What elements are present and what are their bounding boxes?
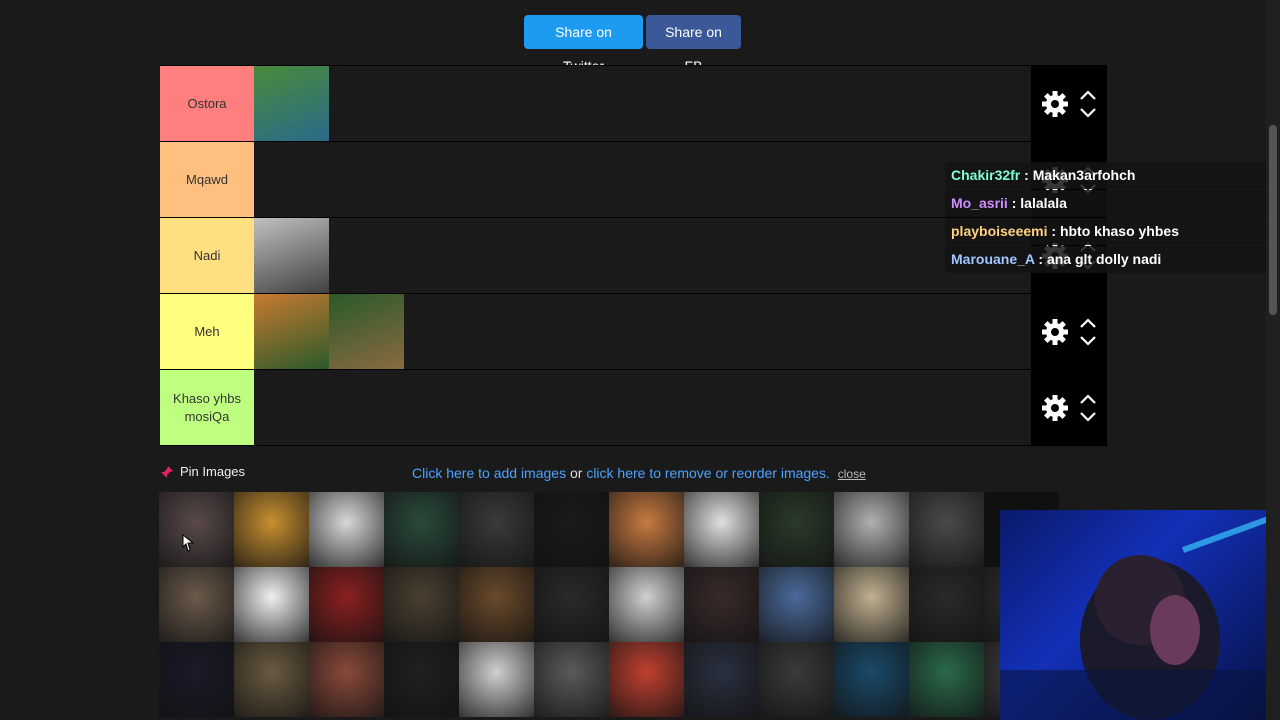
pool-image[interactable] (759, 492, 834, 567)
chevron-up-icon[interactable] (1079, 317, 1097, 329)
pool-image[interactable] (234, 642, 309, 717)
scrollbar-thumb[interactable] (1269, 125, 1277, 315)
chat-text: hbto khaso yhbes (1059, 223, 1179, 239)
tier-label[interactable]: Nadi (160, 218, 254, 293)
tier-row: Meh (160, 294, 1107, 370)
pool-image[interactable] (534, 567, 609, 642)
pool-image[interactable] (834, 567, 909, 642)
page-scrollbar[interactable] (1266, 0, 1280, 720)
chat-separator: : (1047, 223, 1060, 239)
pin-images-label: Pin Images (180, 464, 246, 479)
pin-icon (161, 465, 173, 478)
pin-images-toggle[interactable]: Pin Images (160, 464, 245, 479)
chat-message: playboiseeemi : hbto khaso yhbes (945, 218, 1280, 245)
chat-username: Marouane_A (951, 251, 1035, 267)
tier-label[interactable]: Khaso yhbs mosiQa (160, 370, 254, 445)
tier-item-image[interactable] (254, 218, 329, 293)
pool-image[interactable] (384, 642, 459, 717)
chat-message: Chakir32fr : Makan3arfohch (945, 162, 1280, 189)
pool-image[interactable] (309, 567, 384, 642)
add-images-line: Click here to add images or click here t… (412, 465, 866, 481)
chat-message: Mo_asrii : lalalala (945, 190, 1280, 217)
or-text: or (569, 465, 583, 481)
image-pool (159, 492, 1059, 717)
chat-text: Makan3arfohch (1032, 167, 1136, 183)
tier-row: Ostora (160, 65, 1107, 142)
chevron-up-icon[interactable] (1079, 393, 1097, 405)
tier-items (254, 142, 1031, 217)
chat-username: playboiseeemi (951, 223, 1048, 239)
pool-image[interactable] (684, 642, 759, 717)
close-link[interactable]: close (838, 467, 866, 481)
pool-image[interactable] (309, 492, 384, 567)
pool-image[interactable] (834, 492, 909, 567)
pool-image[interactable] (759, 642, 834, 717)
pool-image[interactable] (909, 642, 984, 717)
pool-image[interactable] (309, 642, 384, 717)
chat-username: Chakir32fr (951, 167, 1021, 183)
tier-item-image[interactable] (254, 294, 329, 369)
tier-label[interactable]: Ostora (160, 66, 254, 141)
chat-message: Marouane_A : ana glt dolly nadi (945, 246, 1280, 273)
pool-image[interactable] (684, 567, 759, 642)
tier-items (254, 294, 1031, 369)
pool-image[interactable] (159, 492, 234, 567)
chat-separator: : (1020, 167, 1033, 183)
gear-icon[interactable] (1041, 394, 1069, 422)
tier-controls (1031, 294, 1107, 369)
gear-icon[interactable] (1041, 90, 1069, 118)
pool-image[interactable] (684, 492, 759, 567)
pool-image[interactable] (609, 492, 684, 567)
pool-image[interactable] (234, 492, 309, 567)
chat-separator: : (1007, 195, 1021, 211)
share-twitter-button[interactable]: Share on Twitter (524, 15, 643, 74)
pool-image[interactable] (834, 642, 909, 717)
remove-reorder-link[interactable]: click here to remove or reorder images. (586, 465, 830, 481)
pool-image[interactable] (384, 567, 459, 642)
tier-label[interactable]: Meh (160, 294, 254, 369)
tier-items (254, 218, 1031, 293)
pool-image[interactable] (909, 492, 984, 567)
tier-items (254, 370, 1031, 445)
chevron-down-icon[interactable] (1079, 107, 1097, 119)
chevron-up-icon[interactable] (1079, 89, 1097, 101)
tier-controls (1031, 370, 1107, 445)
tier-controls (1031, 66, 1107, 141)
mouse-cursor-icon (182, 533, 195, 552)
chat-text: ana glt dolly nadi (1046, 251, 1162, 267)
gear-icon[interactable] (1041, 318, 1069, 346)
add-images-link[interactable]: Click here to add images (412, 465, 566, 481)
tier-label[interactable]: Mqawd (160, 142, 254, 217)
pool-image[interactable] (609, 642, 684, 717)
tier-item-image[interactable] (329, 294, 404, 369)
pool-image[interactable] (384, 492, 459, 567)
chevron-down-icon[interactable] (1079, 411, 1097, 423)
tier-items (254, 66, 1031, 141)
pool-image[interactable] (459, 642, 534, 717)
pool-image[interactable] (609, 567, 684, 642)
chat-separator: : (1034, 251, 1047, 267)
tier-row: Khaso yhbs mosiQa (160, 370, 1107, 446)
pool-image[interactable] (534, 492, 609, 567)
share-facebook-button[interactable]: Share on FB (646, 15, 741, 74)
pool-image[interactable] (159, 642, 234, 717)
pool-image[interactable] (759, 567, 834, 642)
webcam-overlay (1000, 510, 1280, 720)
pool-image[interactable] (909, 567, 984, 642)
chat-overlay: Chakir32fr : Makan3arfohch Mo_asrii : lal… (945, 162, 1280, 274)
chevron-down-icon[interactable] (1079, 335, 1097, 347)
pool-image[interactable] (234, 567, 309, 642)
chat-text: lalalala (1020, 195, 1067, 211)
pool-image[interactable] (534, 642, 609, 717)
pool-image[interactable] (459, 567, 534, 642)
tier-item-image[interactable] (254, 66, 329, 141)
pool-image[interactable] (159, 567, 234, 642)
chat-username: Mo_asrii (951, 195, 1008, 211)
share-bar: Share on Twitter Share on FB (524, 15, 741, 74)
pool-image[interactable] (459, 492, 534, 567)
